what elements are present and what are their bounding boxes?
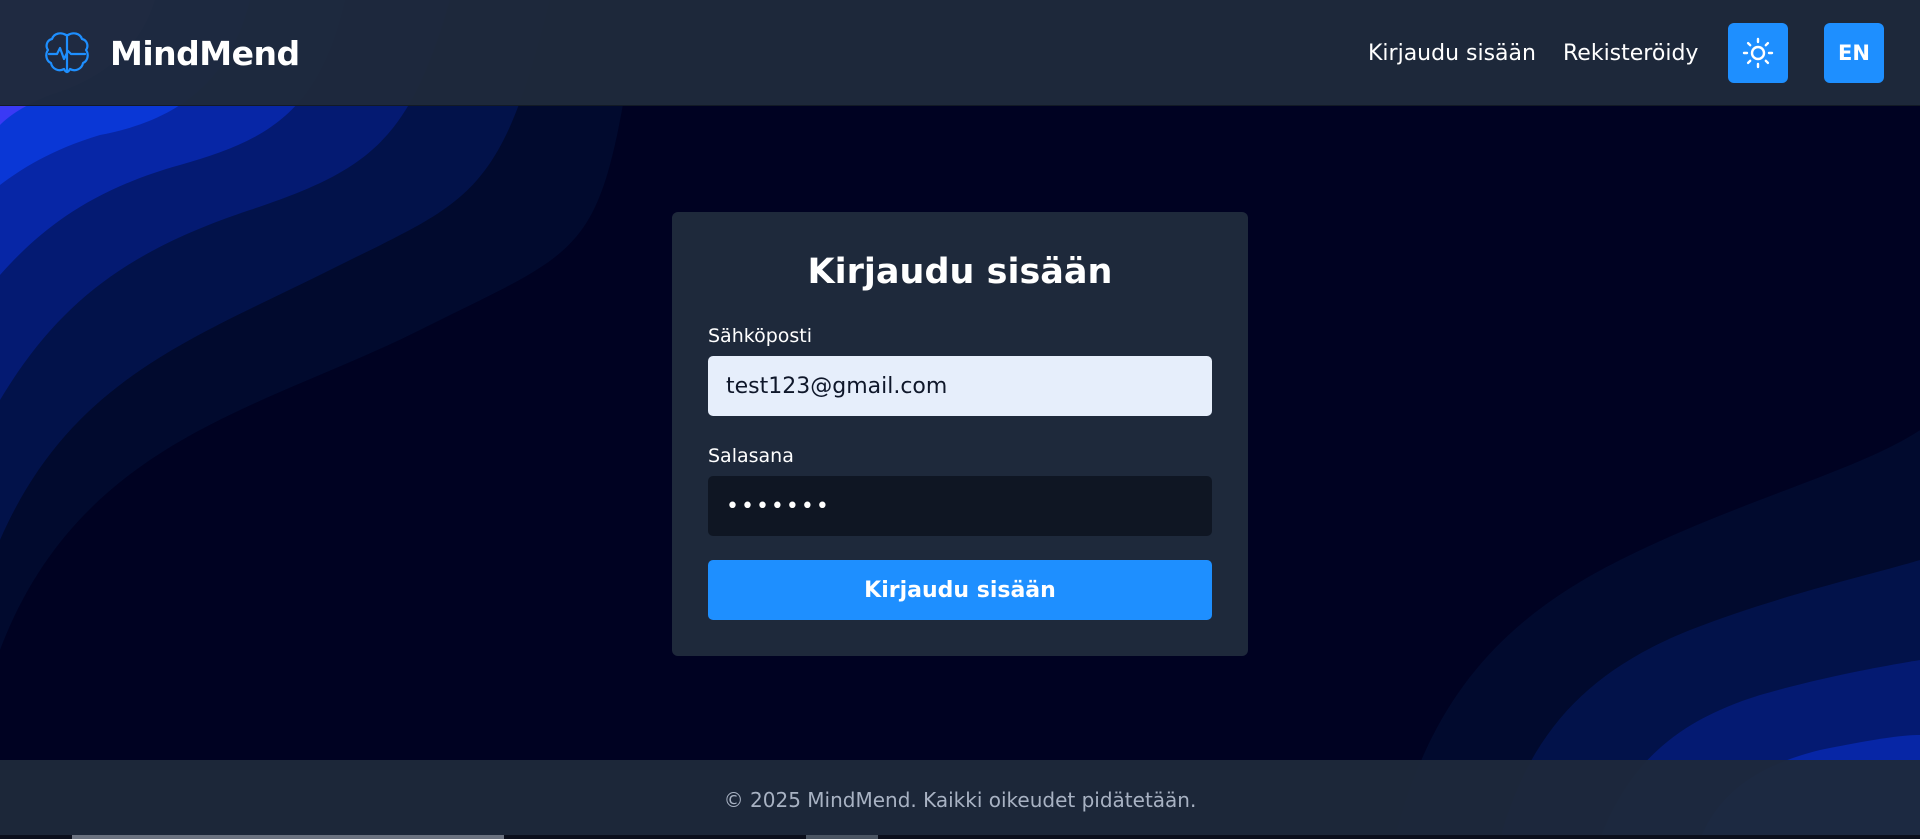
email-input[interactable] [708, 356, 1212, 416]
horizontal-scrollbar[interactable] [0, 835, 1920, 839]
brand[interactable]: MindMend [42, 28, 300, 78]
nav-register-link[interactable]: Rekisteröidy [1563, 38, 1698, 70]
footer-copyright: © 2025 MindMend. Kaikki oikeudet pidätet… [723, 788, 1197, 812]
footer: © 2025 MindMend. Kaikki oikeudet pidätet… [0, 760, 1920, 839]
brand-name: MindMend [110, 33, 300, 73]
email-label: Sähköposti [708, 325, 813, 347]
sun-icon [1742, 37, 1774, 69]
brain-pulse-icon [45, 32, 89, 74]
password-input[interactable] [708, 476, 1212, 536]
language-button[interactable]: EN [1824, 23, 1884, 83]
login-card: Kirjaudu sisään Sähköposti Salasana Kirj… [672, 212, 1248, 656]
scrollbar-thumb[interactable] [72, 835, 504, 839]
login-title: Kirjaudu sisään [807, 252, 1113, 292]
top-navbar: MindMend Kirjaudu sisään Rekisteröidy EN [0, 0, 1920, 106]
password-label: Salasana [708, 445, 794, 467]
page: MindMend Kirjaudu sisään Rekisteröidy EN… [0, 0, 1920, 839]
scrollbar-thumb-secondary[interactable] [806, 835, 878, 839]
nav-login-link[interactable]: Kirjaudu sisään [1368, 38, 1536, 70]
theme-toggle-button[interactable] [1728, 23, 1788, 83]
login-submit-button[interactable]: Kirjaudu sisään [708, 560, 1212, 620]
